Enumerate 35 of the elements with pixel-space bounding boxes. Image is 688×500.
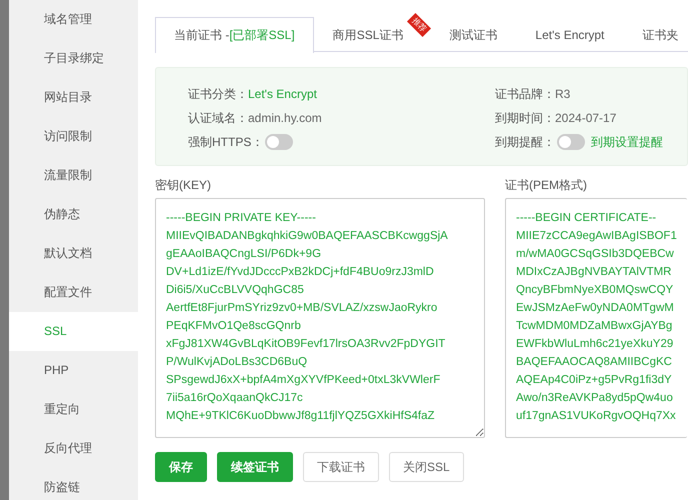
field-value: Let's Encrypt xyxy=(248,86,317,103)
action-button[interactable]: 下载证书 xyxy=(303,452,379,482)
field-label: 证书品牌： xyxy=(495,86,555,103)
tab[interactable]: 测试证书 xyxy=(430,17,516,51)
tab[interactable]: 证书夹 xyxy=(623,17,688,51)
sidebar-item[interactable]: 伪静态 xyxy=(9,195,138,234)
field-label: 到期提醒： xyxy=(495,134,555,151)
field-value: 2024-07-17 xyxy=(555,110,616,127)
key-label: 密钥(KEY) xyxy=(155,177,212,194)
toggle-switch[interactable] xyxy=(557,134,585,150)
sidebar-item[interactable]: 访问限制 xyxy=(9,117,138,156)
certificate-label: 证书(PEM格式) xyxy=(505,177,588,194)
sidebar-item[interactable]: PHP xyxy=(9,351,138,390)
sidebar-item[interactable]: 流量限制 xyxy=(9,156,138,195)
field-label: 认证域名： xyxy=(188,110,248,127)
deployed-status: [已部署SSL] xyxy=(229,28,295,42)
tab[interactable]: 当前证书 -[已部署SSL] xyxy=(155,17,314,53)
field-value: admin.hy.com xyxy=(248,110,322,127)
field-value: R3 xyxy=(555,86,570,103)
sidebar-item[interactable]: 配置文件 xyxy=(9,273,138,312)
field-label: 证书分类： xyxy=(188,86,248,103)
tab[interactable]: 商用SSL证书 xyxy=(314,17,404,51)
sidebar-item[interactable]: 防盗链 xyxy=(9,468,138,500)
action-button[interactable]: 关闭SSL xyxy=(389,452,464,482)
sidebar-item[interactable]: 默认文档 xyxy=(9,234,138,273)
field-label: 强制HTTPS： xyxy=(188,134,264,151)
recommended-ribbon: 推荐 xyxy=(407,12,432,38)
sidebar-item[interactable]: 网站目录 xyxy=(9,78,138,117)
sidebar-item[interactable]: 反向代理 xyxy=(9,429,138,468)
field-label: 到期时间： xyxy=(495,110,555,127)
sidebar-item[interactable]: 域名管理 xyxy=(9,0,138,39)
sidebar-item[interactable]: 重定向 xyxy=(9,390,138,429)
sidebar-item[interactable]: 子目录绑定 xyxy=(9,39,138,78)
toggle-switch[interactable] xyxy=(265,134,294,150)
tab[interactable]: Let's Encrypt xyxy=(516,17,624,51)
